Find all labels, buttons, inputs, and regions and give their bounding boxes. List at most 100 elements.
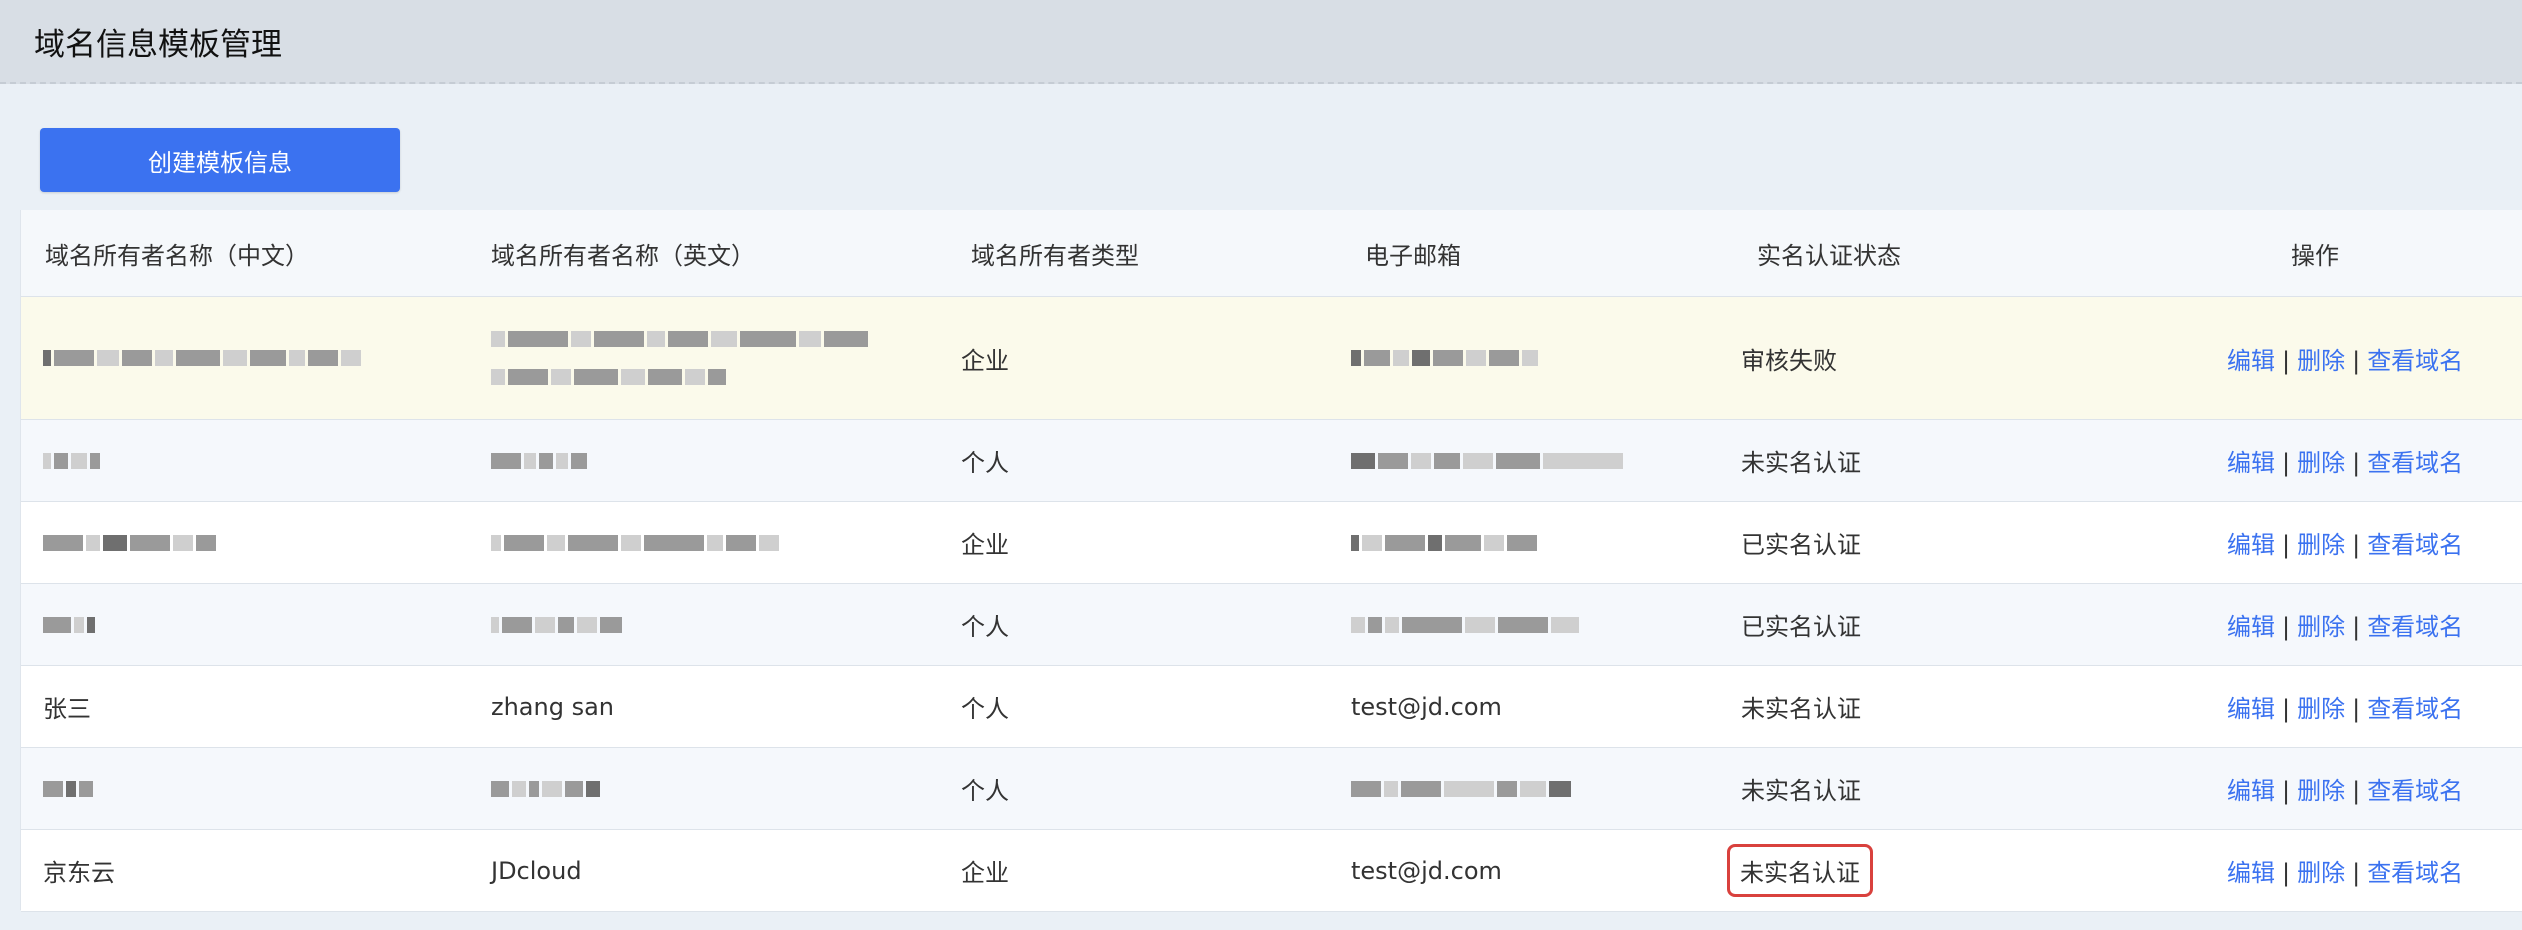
table-row: 张三 zhang san 个人 test@jd.com 未实名认证 编辑 | 删除 |… [21,666,2522,748]
pixelated-redaction [43,529,491,557]
table-row: 企业 已实名认证 编辑 | 删除 | 查看域名 [21,502,2522,584]
pixelated-redaction [43,611,491,639]
table-row: 个人 未实名认证 编辑 | 删除 | 查看域名 [21,748,2522,830]
cell-verification-status: 未实名认证 [1741,449,1861,477]
pixelated-redaction [43,344,491,372]
cell-email: test@jd.com [1351,692,1502,721]
cell-email [1351,529,1741,557]
separator: | [2352,613,2361,641]
cell-owner-name-cn: 张三 [43,695,91,723]
edit-link[interactable]: 编辑 [2227,449,2275,477]
cell-verification-status: 未实名认证 [1741,777,1861,805]
cell-email [1351,447,1741,475]
delete-link[interactable]: 删除 [2297,347,2345,375]
view-domains-link[interactable]: 查看域名 [2367,695,2463,723]
header-verification-status: 实名认证状态 [1757,241,1901,270]
cell-owner-type: 个人 [961,613,1009,641]
header-owner-name-en: 域名所有者名称（英文） [491,241,755,270]
separator: | [2352,859,2361,887]
table-header: 域名所有者名称（中文） 域名所有者名称（英文） 域名所有者类型 电子邮箱 实名认… [21,210,2522,297]
cell-email [1351,611,1741,639]
pixelated-redaction [1351,775,1741,803]
header-owner-type: 域名所有者类型 [971,241,1139,270]
separator: | [2352,777,2361,805]
delete-link[interactable]: 删除 [2297,449,2345,477]
pixelated-redaction [43,775,491,803]
cell-owner-name-en [491,325,961,391]
view-domains-link[interactable]: 查看域名 [2367,347,2463,375]
template-table: 域名所有者名称（中文） 域名所有者名称（英文） 域名所有者类型 电子邮箱 实名认… [20,210,2522,912]
cell-owner-name-cn [21,447,491,475]
separator: | [2282,531,2291,559]
cell-owner-name-en [491,611,961,639]
status-badge-highlighted: 未实名认证 [1727,844,1873,897]
table-row: 企业 审核失败 编辑 | 删除 | 查看域名 [21,297,2522,420]
cell-owner-name-cn [21,611,491,639]
cell-owner-type: 企业 [961,859,1009,887]
cell-actions: 编辑 | 删除 | 查看域名 [2131,341,2522,376]
cell-verification-status: 未实名认证 [1741,695,1861,723]
pixelated-redaction [491,447,961,475]
cell-owner-type: 个人 [961,777,1009,805]
view-domains-link[interactable]: 查看域名 [2367,531,2463,559]
pixelated-redaction [1351,447,1741,475]
table-row: 个人 已实名认证 编辑 | 删除 | 查看域名 [21,584,2522,666]
view-domains-link[interactable]: 查看域名 [2367,777,2463,805]
create-template-button[interactable]: 创建模板信息 [40,128,400,192]
separator: | [2352,531,2361,559]
pixelated-redaction [491,325,961,391]
edit-link[interactable]: 编辑 [2227,859,2275,887]
cell-owner-name-en [491,775,961,803]
cell-owner-type: 企业 [961,346,1009,375]
edit-link[interactable]: 编辑 [2227,613,2275,641]
cell-verification-status: 已实名认证 [1741,613,1861,641]
table-row: 京东云 JDcloud 企业 test@jd.com 未实名认证 编辑 | 删除 | 查… [21,830,2522,912]
cell-owner-type: 企业 [961,531,1009,559]
pixelated-redaction [491,775,961,803]
separator: | [2282,449,2291,477]
edit-link[interactable]: 编辑 [2227,347,2275,375]
cell-email: test@jd.com [1351,856,1502,885]
cell-actions: 编辑 | 删除 | 查看域名 [2131,525,2522,560]
cell-owner-name-cn: 京东云 [43,859,115,887]
toolbar: 创建模板信息 [0,84,2522,210]
view-domains-link[interactable]: 查看域名 [2367,859,2463,887]
edit-link[interactable]: 编辑 [2227,777,2275,805]
cell-verification-status: 已实名认证 [1741,531,1861,559]
edit-link[interactable]: 编辑 [2227,695,2275,723]
separator: | [2282,777,2291,805]
pixelated-redaction [491,611,961,639]
cell-owner-name-en [491,447,961,475]
delete-link[interactable]: 删除 [2297,777,2345,805]
edit-link[interactable]: 编辑 [2227,531,2275,559]
cell-actions: 编辑 | 删除 | 查看域名 [2131,607,2522,642]
cell-owner-name-en [491,529,961,557]
separator: | [2352,695,2361,723]
cell-owner-name-en: JDcloud [491,856,582,885]
cell-owner-name-cn [21,344,491,372]
cell-actions: 编辑 | 删除 | 查看域名 [2131,771,2522,806]
cell-email [1351,775,1741,803]
table-row: 个人 未实名认证 编辑 | 删除 | 查看域名 [21,420,2522,502]
pixelated-redaction [1351,529,1741,557]
separator: | [2352,346,2361,375]
cell-owner-name-en: zhang san [491,692,615,721]
delete-link[interactable]: 删除 [2297,695,2345,723]
cell-verification-status: 未实名认证 [1727,844,2131,897]
header-actions: 操作 [2291,241,2339,270]
cell-verification-status: 审核失败 [1741,346,1837,375]
cell-owner-type: 个人 [961,449,1009,477]
delete-link[interactable]: 删除 [2297,531,2345,559]
view-domains-link[interactable]: 查看域名 [2367,449,2463,477]
cell-actions: 编辑 | 删除 | 查看域名 [2131,443,2522,478]
pixelated-redaction [491,529,961,557]
delete-link[interactable]: 删除 [2297,859,2345,887]
cell-actions: 编辑 | 删除 | 查看域名 [2131,689,2522,724]
page-header: 域名信息模板管理 [0,0,2522,84]
header-owner-name-cn: 域名所有者名称（中文） [45,241,309,270]
view-domains-link[interactable]: 查看域名 [2367,613,2463,641]
separator: | [2352,449,2361,477]
pixelated-redaction [1351,611,1741,639]
delete-link[interactable]: 删除 [2297,613,2345,641]
cell-owner-type: 个人 [961,695,1009,723]
